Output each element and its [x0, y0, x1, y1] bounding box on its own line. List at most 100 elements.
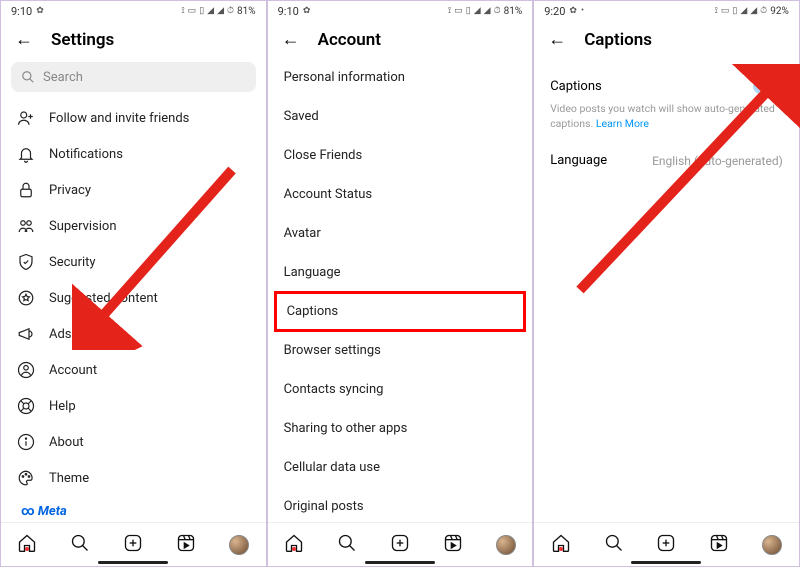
battery-text: 81%	[504, 6, 523, 17]
acc-item-close-friends[interactable]: Close Friends	[268, 136, 533, 175]
phone-account: 9:10 ✿ ⟟ ▭ ▯ ◢ ◢ ⏱ 81% ← Account Persona…	[267, 0, 534, 567]
captions-body: Captions Video posts you watch will show…	[534, 58, 799, 188]
home-indicator	[365, 561, 435, 564]
header: ← Account	[268, 21, 533, 58]
home-indicator	[98, 561, 168, 564]
reels-icon[interactable]	[443, 533, 463, 557]
sim-icon: ▯	[732, 6, 737, 16]
acc-item-language[interactable]: Language	[268, 253, 533, 292]
alarm-icon: ⏱	[227, 6, 234, 16]
vibrate-icon: ▭	[721, 6, 730, 16]
menu-label: Suggested content	[49, 291, 158, 306]
acc-item-original[interactable]: Original posts	[268, 487, 533, 522]
meta-logo: ∞ Meta	[21, 504, 246, 519]
language-label: Language	[550, 153, 607, 168]
acc-item-browser[interactable]: Browser settings	[268, 331, 533, 370]
menu-item-about[interactable]: About	[7, 424, 260, 460]
header: ← Captions	[534, 21, 799, 58]
signal-icon: ◢	[740, 6, 747, 16]
acc-item-captions[interactable]: Captions	[274, 291, 527, 332]
home-icon[interactable]	[551, 533, 571, 557]
menu-label: Supervision	[49, 219, 117, 234]
bell-icon	[17, 145, 35, 163]
signal-icon: ◢	[217, 6, 224, 16]
search-icon	[21, 70, 35, 84]
add-post-icon[interactable]	[390, 533, 410, 557]
menu-item-security[interactable]: Security	[7, 244, 260, 280]
bottom-nav	[268, 522, 533, 566]
search-input[interactable]: Search	[11, 62, 256, 92]
menu-item-notifications[interactable]: Notifications	[7, 136, 260, 172]
back-icon[interactable]: ←	[548, 29, 566, 50]
location-icon: ⟟	[181, 6, 184, 16]
settings-menu: Follow and invite friends Notifications …	[1, 100, 266, 522]
captions-label: Captions	[550, 79, 602, 94]
learn-more-link[interactable]: Learn More	[596, 117, 649, 130]
alarm-icon: ⏱	[760, 6, 767, 16]
status-bar: 9:20 ✿ • ⟟ ▭ ▯ ◢ ◢ ⏱ 92%	[534, 1, 799, 21]
search-nav-icon[interactable]	[337, 533, 357, 557]
status-bar: 9:10 ✿ ⟟ ▭ ▯ ◢ ◢ ⏱ 81%	[268, 1, 533, 21]
acc-item-sharing[interactable]: Sharing to other apps	[268, 409, 533, 448]
search-nav-icon[interactable]	[70, 533, 90, 557]
battery-text: 92%	[770, 6, 789, 17]
lock-icon	[17, 181, 35, 199]
location-icon: ⟟	[715, 6, 718, 16]
search-nav-icon[interactable]	[604, 533, 624, 557]
back-icon[interactable]: ←	[282, 29, 300, 50]
sim-icon: ▯	[466, 6, 471, 16]
signal-icon: ◢	[474, 6, 481, 16]
status-time: 9:20	[544, 5, 565, 18]
acc-item-saved[interactable]: Saved	[268, 97, 533, 136]
signal-icon: ◢	[484, 6, 491, 16]
page-title: Settings	[51, 30, 114, 50]
captions-toggle[interactable]	[753, 78, 783, 94]
page-title: Account	[318, 30, 381, 50]
home-indicator	[631, 561, 701, 564]
add-post-icon[interactable]	[123, 533, 143, 557]
shield-icon	[17, 253, 35, 271]
menu-item-follow[interactable]: Follow and invite friends	[7, 100, 260, 136]
reels-icon[interactable]	[709, 533, 729, 557]
profile-avatar[interactable]	[496, 535, 516, 555]
menu-item-account[interactable]: Account	[7, 352, 260, 388]
menu-item-ads[interactable]: Ads	[7, 316, 260, 352]
person-add-icon	[17, 109, 35, 127]
home-icon[interactable]	[284, 533, 304, 557]
acc-item-personal[interactable]: Personal information	[268, 58, 533, 97]
gear-icon: ✿	[36, 6, 44, 16]
status-time: 9:10	[11, 5, 32, 18]
phone-captions: 9:20 ✿ • ⟟ ▭ ▯ ◢ ◢ ⏱ 92% ← Captions Capt…	[533, 0, 800, 567]
vibrate-icon: ▭	[454, 6, 463, 16]
menu-item-theme[interactable]: Theme	[7, 460, 260, 496]
alarm-icon: ⏱	[494, 6, 501, 16]
vibrate-icon: ▭	[188, 6, 197, 16]
meta-section: ∞ Meta Accounts Center Control settings …	[7, 496, 260, 522]
menu-item-privacy[interactable]: Privacy	[7, 172, 260, 208]
acc-item-contacts[interactable]: Contacts syncing	[268, 370, 533, 409]
add-post-icon[interactable]	[656, 533, 676, 557]
home-icon[interactable]	[17, 533, 37, 557]
menu-label: Account	[49, 363, 97, 378]
menu-label: Theme	[49, 471, 89, 486]
menu-label: Ads	[49, 327, 72, 342]
reels-icon[interactable]	[176, 533, 196, 557]
acc-item-cellular[interactable]: Cellular data use	[268, 448, 533, 487]
menu-item-supervision[interactable]: Supervision	[7, 208, 260, 244]
info-icon	[17, 433, 35, 451]
back-icon[interactable]: ←	[15, 29, 33, 50]
profile-avatar[interactable]	[762, 535, 782, 555]
profile-avatar[interactable]	[229, 535, 249, 555]
acc-item-avatar[interactable]: Avatar	[268, 214, 533, 253]
menu-item-suggested[interactable]: Suggested content	[7, 280, 260, 316]
acc-item-account-status[interactable]: Account Status	[268, 175, 533, 214]
signal-icon: ◢	[207, 6, 214, 16]
battery-text: 81%	[237, 6, 256, 17]
megaphone-icon	[17, 325, 35, 343]
language-value: English (auto-generated)	[652, 154, 783, 168]
palette-icon	[17, 469, 35, 487]
menu-item-help[interactable]: Help	[7, 388, 260, 424]
gear-icon: ✿	[569, 6, 577, 16]
supervision-icon	[17, 217, 35, 235]
language-row[interactable]: Language English (auto-generated)	[550, 145, 783, 176]
